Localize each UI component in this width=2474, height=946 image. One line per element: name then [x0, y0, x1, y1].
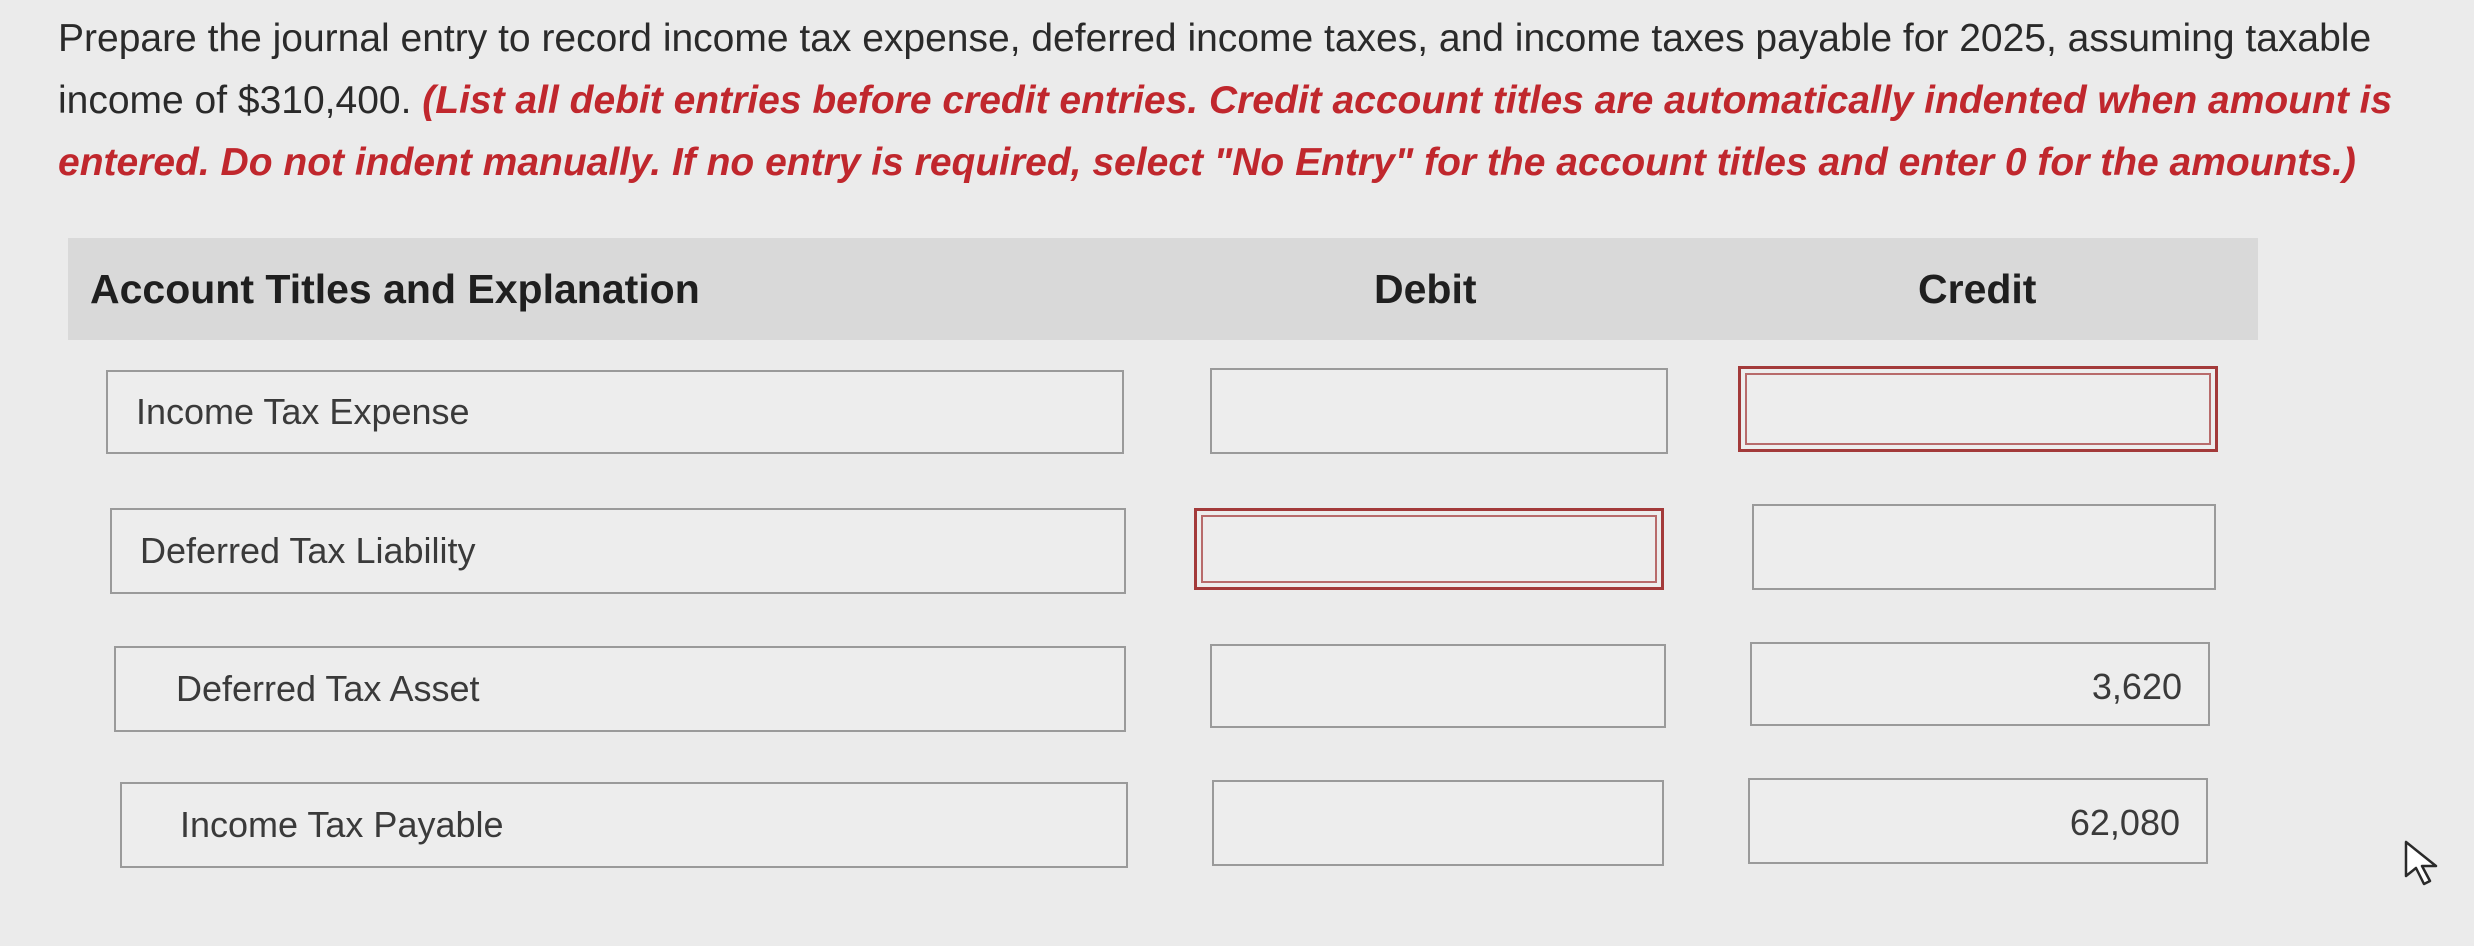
- account-title-field-2[interactable]: Deferred Tax Liability: [110, 508, 1126, 594]
- header-debit: Debit: [1374, 266, 1477, 312]
- question-instructions: Prepare the journal entry to record inco…: [58, 8, 2438, 194]
- header-credit: Credit: [1918, 266, 2037, 312]
- mouse-pointer-icon: [2404, 840, 2438, 886]
- debit-amount-field-3[interactable]: [1210, 644, 1666, 728]
- credit-amount-field-3[interactable]: 3,620: [1750, 642, 2210, 726]
- journal-table-header: Account Titles and Explanation Debit Cre…: [68, 238, 2258, 340]
- credit-amount-field-1[interactable]: [1738, 366, 2218, 452]
- account-title-field-4[interactable]: Income Tax Payable: [120, 782, 1128, 868]
- debit-amount-field-1[interactable]: [1210, 368, 1668, 454]
- credit-amount-field-2[interactable]: [1752, 504, 2216, 590]
- header-account-titles: Account Titles and Explanation: [90, 266, 700, 312]
- account-title-field-1[interactable]: Income Tax Expense: [106, 370, 1124, 454]
- credit-amount-field-4[interactable]: 62,080: [1748, 778, 2208, 864]
- debit-amount-field-2[interactable]: [1194, 508, 1664, 590]
- debit-amount-field-4[interactable]: [1212, 780, 1664, 866]
- account-title-field-3[interactable]: Deferred Tax Asset: [114, 646, 1126, 732]
